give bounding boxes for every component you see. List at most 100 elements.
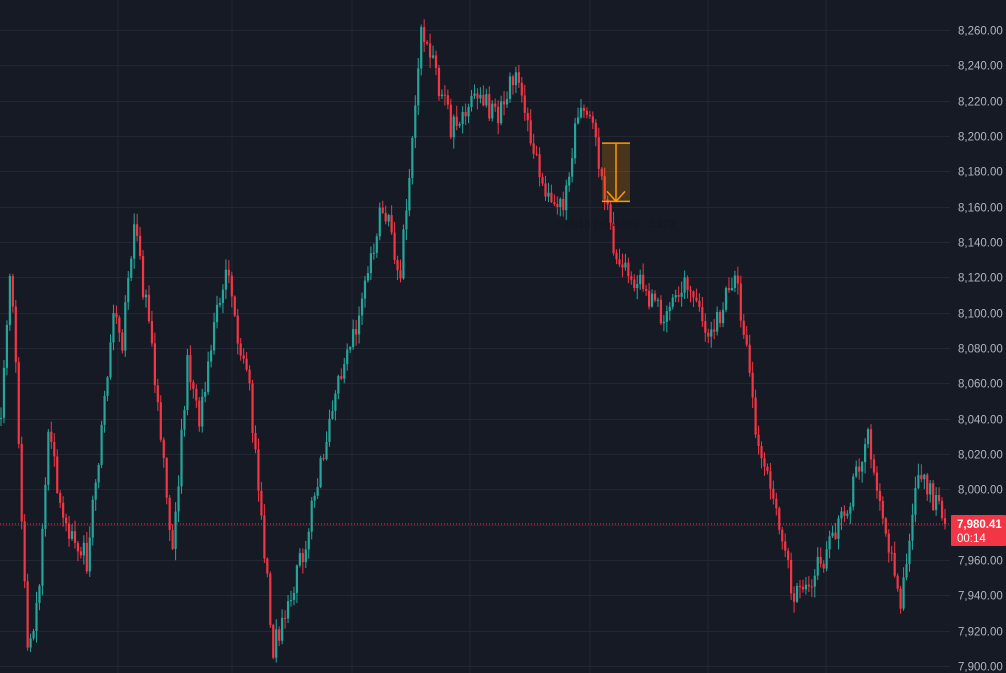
price-tick-label: 8,020.00 — [958, 450, 1003, 462]
candle-body — [215, 304, 219, 323]
candle-body — [579, 107, 583, 118]
candle-body — [56, 456, 59, 493]
candle-body — [124, 302, 127, 351]
price-axis[interactable]: 7,900.007,920.007,940.007,960.007,980.00… — [950, 0, 1006, 673]
candle-body — [470, 95, 473, 108]
price-tick-label: 8,040.00 — [958, 415, 1003, 427]
candle-body — [591, 116, 594, 123]
candle-body — [852, 476, 855, 507]
candlestick-chart[interactable]: −33.13 (−0.40%) −3,272 7,900.00 7,920.00 7… — [0, 0, 1006, 673]
candle-body — [594, 122, 597, 138]
candle-body — [141, 256, 145, 298]
candle-body — [224, 269, 227, 290]
candle-body — [363, 280, 367, 299]
candle-body — [792, 593, 796, 602]
candle-body — [733, 275, 736, 289]
candle-body — [526, 112, 529, 121]
candle-body — [41, 528, 44, 586]
candle-body — [653, 293, 657, 301]
candle-body — [858, 466, 861, 472]
candle-body — [242, 355, 245, 359]
candle-body — [508, 76, 512, 99]
candle-body — [864, 444, 867, 463]
candle-body — [183, 409, 186, 430]
candle-body — [695, 297, 698, 301]
candle-body — [801, 586, 805, 590]
candle-body — [130, 258, 133, 278]
candle-body — [304, 549, 307, 563]
candle-body — [781, 529, 784, 542]
candle-body — [908, 540, 911, 565]
candle-body — [523, 95, 526, 113]
candle-body — [467, 107, 470, 117]
candle-body — [810, 586, 813, 588]
candle-body — [710, 329, 713, 337]
candle-body — [716, 312, 719, 332]
candle-body — [106, 377, 109, 396]
candle-body — [869, 429, 873, 460]
candle-body — [636, 284, 639, 288]
candle-body — [32, 631, 35, 639]
candle-body — [763, 458, 766, 467]
candle-body — [926, 474, 929, 495]
candle-body — [923, 474, 926, 480]
candle-body — [683, 277, 686, 293]
candle-body — [541, 177, 544, 184]
candle-body — [112, 313, 115, 343]
candle-body — [739, 283, 742, 321]
candle-body — [547, 192, 550, 197]
candle-body — [932, 483, 935, 511]
candle-body — [582, 107, 586, 111]
candle-body — [11, 276, 14, 307]
candle-body — [434, 55, 438, 68]
candle-body — [53, 441, 56, 457]
candle-body — [328, 418, 331, 442]
candle-body — [159, 402, 162, 440]
candle-body — [59, 492, 62, 503]
candle-body — [165, 458, 168, 498]
candle-body — [893, 552, 896, 576]
candle-body — [727, 288, 731, 291]
candle-body — [70, 531, 74, 539]
candle-body — [29, 638, 32, 648]
candle-body — [621, 264, 624, 268]
candle-body — [520, 82, 523, 96]
candle-body — [804, 584, 808, 590]
candle-body — [769, 471, 772, 489]
candle-body — [485, 94, 488, 106]
candle-body — [538, 154, 541, 178]
candle-body — [343, 364, 346, 379]
candle-body — [437, 67, 441, 97]
candle-body — [121, 332, 124, 351]
candle-body — [310, 500, 313, 532]
candle-body — [375, 236, 378, 253]
candle-body — [301, 553, 304, 563]
candle-body — [624, 262, 627, 268]
candle-body — [828, 536, 831, 550]
candle-body — [346, 349, 349, 365]
candle-body — [174, 511, 177, 549]
current-price-value: 7,980.41 — [957, 519, 1002, 531]
candle-body — [562, 198, 565, 211]
candle-body — [488, 94, 491, 119]
measure-label: −33.13 (−0.40%) −3,272 — [557, 218, 676, 230]
candle-body — [872, 459, 876, 473]
candle-body — [88, 537, 91, 572]
candle-body — [14, 306, 17, 363]
candle-body — [387, 215, 390, 222]
candle-body — [656, 299, 660, 301]
candle-body — [263, 515, 266, 559]
candle-body — [307, 531, 310, 550]
candle-body — [831, 532, 834, 537]
candle-body — [790, 559, 793, 594]
candle-body — [168, 497, 171, 530]
candle-body — [544, 183, 547, 197]
candle-body — [85, 542, 88, 572]
candle-body — [115, 313, 118, 318]
candle-body — [73, 531, 77, 543]
price-tick-label: 8,240.00 — [958, 61, 1003, 73]
candle-body — [340, 376, 343, 379]
candle-body — [881, 501, 884, 519]
current-price-tag: 7,980.41 00:14 — [951, 514, 1006, 546]
candle-body — [390, 215, 393, 233]
